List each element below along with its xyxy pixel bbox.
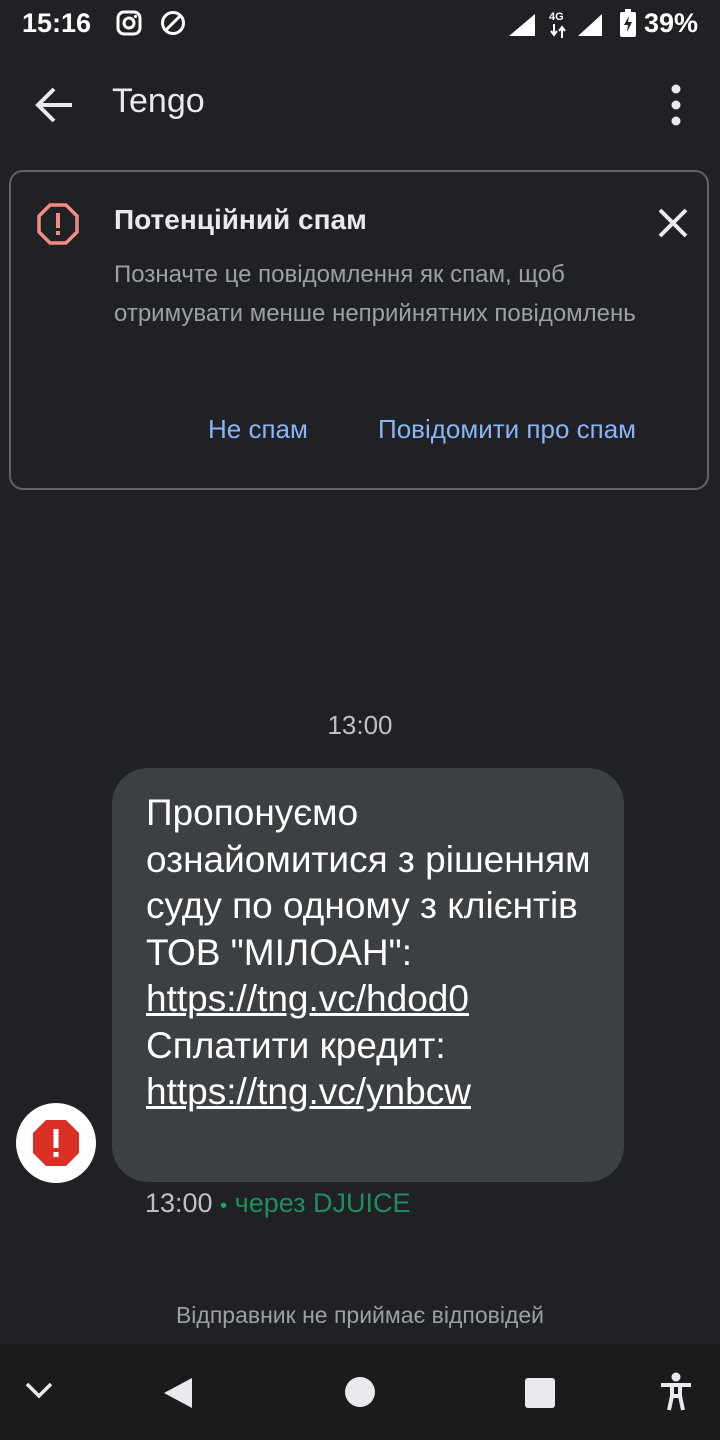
system-navigation-bar: [0, 1344, 720, 1440]
conversation-title: Tengo: [112, 82, 205, 120]
message-error-button[interactable]: [16, 1103, 96, 1183]
message-time-header: 13:00: [327, 710, 393, 740]
message-link[interactable]: https://tng.vc/hdod0: [146, 978, 469, 1019]
battery-percent: 39%: [643, 8, 698, 38]
app-bar: Tengo: [0, 52, 720, 156]
back-triangle-icon[interactable]: [162, 1376, 194, 1415]
signal-icon: [576, 12, 604, 43]
more-vert-icon: [671, 84, 681, 126]
close-icon: [658, 208, 688, 238]
spam-warning-card: Потенційний спам Позначте це повідомленн…: [9, 170, 709, 490]
chevron-down-icon[interactable]: [24, 1380, 54, 1407]
instagram-icon: [116, 10, 142, 41]
home-circle-icon[interactable]: [344, 1376, 376, 1413]
spam-description: Позначте це повідомлення як спам, щоб от…: [114, 261, 636, 327]
back-button[interactable]: [30, 82, 80, 128]
signal-icon: [507, 12, 537, 43]
accessibility-icon[interactable]: [658, 1372, 694, 1417]
data-arrows-icon: [550, 24, 566, 43]
message-text: Пропонуємо ознайомитися з рішенням суду …: [146, 790, 604, 1116]
do-not-disturb-icon: [160, 10, 186, 41]
message-meta: 13:00 • через DJUICE: [145, 1188, 411, 1219]
sim-carrier-label: через DJUICE: [234, 1188, 411, 1218]
not-spam-button[interactable]: Не спам: [208, 414, 308, 445]
message-text-part: Пропонуємо ознайомитися з рішенням суду …: [146, 792, 601, 973]
warning-octagon-icon: [37, 203, 79, 245]
meta-separator: •: [220, 1195, 228, 1217]
spam-title: Потенційний спам: [114, 204, 367, 235]
status-bar: 15:16 4G 39%: [0, 0, 720, 52]
message-link[interactable]: https://tng.vc/ynbcw: [146, 1071, 471, 1112]
network-type-label: 4G: [549, 11, 564, 23]
message-time: 13:00: [145, 1188, 213, 1218]
recents-square-icon[interactable]: [524, 1377, 556, 1414]
arrow-back-icon: [35, 87, 72, 123]
status-time: 15:16: [22, 8, 92, 38]
dismiss-spam-button[interactable]: [653, 203, 693, 243]
battery-charging-icon: [620, 9, 636, 42]
message-bubble[interactable]: Пропонуємо ознайомитися з рішенням суду …: [112, 768, 624, 1182]
error-octagon-icon: [33, 1120, 79, 1166]
no-reply-notice: Відправник не приймає відповідей: [175, 1302, 545, 1328]
report-spam-button[interactable]: Повідомити про спам: [378, 414, 636, 445]
more-options-button[interactable]: [656, 80, 696, 130]
